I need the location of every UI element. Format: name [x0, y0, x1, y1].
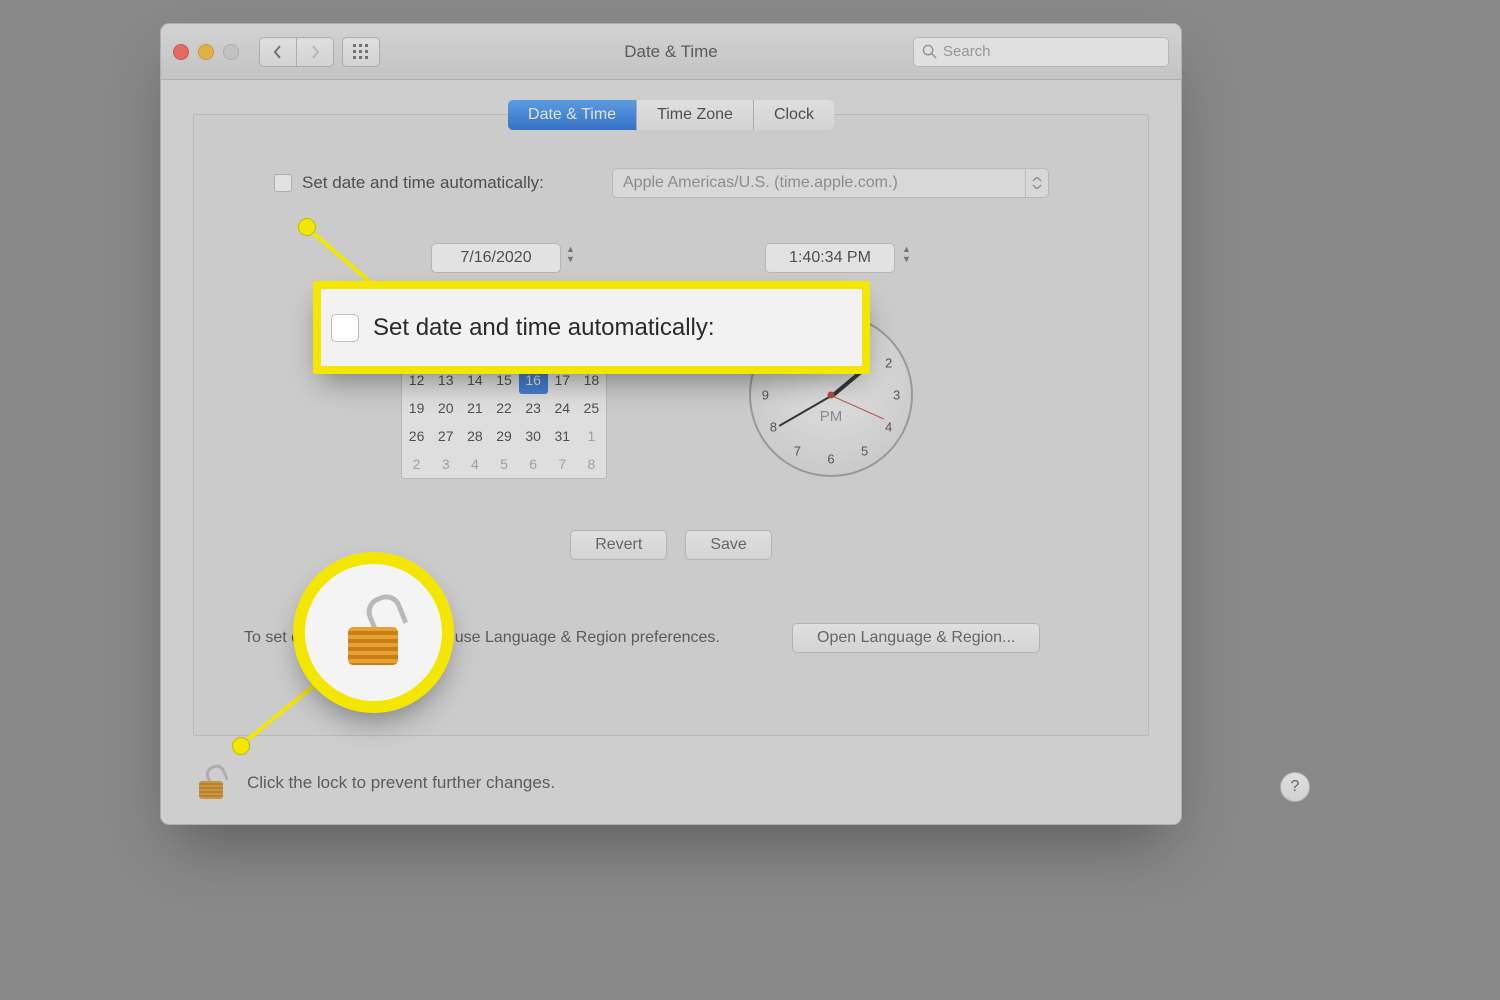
- cal-day[interactable]: 31: [548, 422, 577, 450]
- lock-icon: [346, 601, 401, 665]
- show-all-button[interactable]: [342, 37, 380, 67]
- cal-day[interactable]: 20: [431, 394, 460, 422]
- save-button[interactable]: Save: [685, 530, 771, 560]
- cal-day[interactable]: 7: [548, 450, 577, 478]
- time-server-value: Apple Americas/U.S. (time.apple.com.): [623, 174, 898, 192]
- open-language-region-button[interactable]: Open Language & Region...: [792, 623, 1040, 653]
- cal-day[interactable]: 24: [548, 394, 577, 422]
- chevron-down-icon: [1025, 169, 1048, 197]
- time-server-combo[interactable]: Apple Americas/U.S. (time.apple.com.): [612, 168, 1049, 198]
- help-button[interactable]: ?: [1280, 772, 1310, 802]
- clock-num: 7: [794, 444, 801, 459]
- revert-button[interactable]: Revert: [570, 530, 667, 560]
- grid-icon: [353, 44, 369, 60]
- lock-row: Click the lock to prevent further change…: [197, 767, 555, 799]
- auto-checkbox[interactable]: [274, 174, 292, 192]
- cal-day[interactable]: 8: [577, 450, 606, 478]
- lock-icon[interactable]: [197, 767, 225, 799]
- cal-day[interactable]: 4: [460, 450, 489, 478]
- tab-date-time[interactable]: Date & Time: [508, 100, 637, 130]
- cal-day[interactable]: 6: [519, 450, 548, 478]
- cal-day[interactable]: 5: [489, 450, 518, 478]
- callout-lock: [293, 552, 454, 713]
- cal-day[interactable]: 21: [460, 394, 489, 422]
- time-field[interactable]: 1:40:34 PM: [765, 243, 895, 273]
- auto-row: Set date and time automatically:: [274, 173, 544, 193]
- cal-day[interactable]: 27: [431, 422, 460, 450]
- titlebar: Date & Time Search: [161, 24, 1181, 80]
- clock-ampm: PM: [820, 408, 843, 425]
- clock-hub: [828, 392, 835, 399]
- nav-buttons: [259, 37, 334, 67]
- lock-text: Click the lock to prevent further change…: [247, 773, 555, 793]
- tab-time-zone[interactable]: Time Zone: [637, 100, 754, 130]
- clock-num: 3: [893, 388, 900, 403]
- traffic-lights: [173, 44, 239, 60]
- back-button[interactable]: [259, 37, 297, 67]
- clock-num: 2: [885, 356, 892, 371]
- callout-dot: [298, 218, 316, 236]
- search-icon: [922, 44, 937, 59]
- cal-day[interactable]: 3: [431, 450, 460, 478]
- date-stepper[interactable]: ▲▼: [566, 245, 580, 263]
- date-value: 7/16/2020: [460, 249, 531, 267]
- time-stepper[interactable]: ▲▼: [902, 245, 916, 263]
- cal-day[interactable]: 2: [402, 450, 431, 478]
- callout-dot: [232, 737, 250, 755]
- close-icon[interactable]: [173, 44, 189, 60]
- auto-label: Set date and time automatically:: [302, 173, 544, 193]
- cal-day[interactable]: 22: [489, 394, 518, 422]
- tab-bar: Date & Time Time Zone Clock: [194, 100, 1148, 130]
- forward-button[interactable]: [297, 37, 334, 67]
- cal-day[interactable]: 19: [402, 394, 431, 422]
- cal-day[interactable]: 23: [519, 394, 548, 422]
- clock-num: 8: [770, 420, 777, 435]
- cal-day[interactable]: 29: [489, 422, 518, 450]
- cal-day[interactable]: 30: [519, 422, 548, 450]
- cal-day[interactable]: 26: [402, 422, 431, 450]
- clock-num: 4: [885, 420, 892, 435]
- action-buttons: Revert Save: [194, 530, 1148, 560]
- cal-day[interactable]: 28: [460, 422, 489, 450]
- date-field[interactable]: 7/16/2020: [431, 243, 561, 273]
- clock-num: 9: [762, 388, 769, 403]
- clock-num: 6: [827, 452, 834, 467]
- help-icon: ?: [1291, 778, 1300, 796]
- search-input[interactable]: Search: [913, 37, 1169, 67]
- callout-auto-checkbox-box: [331, 314, 359, 342]
- callout-auto-checkbox: Set date and time automatically:: [313, 281, 870, 374]
- maximize-icon: [223, 44, 239, 60]
- tab-clock[interactable]: Clock: [754, 100, 834, 130]
- time-value: 1:40:34 PM: [789, 249, 871, 267]
- cal-day[interactable]: 1: [577, 422, 606, 450]
- callout-auto-label: Set date and time automatically:: [373, 314, 715, 342]
- clock-num: 5: [861, 444, 868, 459]
- minimize-icon[interactable]: [198, 44, 214, 60]
- search-placeholder: Search: [943, 43, 991, 60]
- preferences-window: Date & Time Search Date & Time Time Zone…: [160, 23, 1182, 825]
- cal-day[interactable]: 25: [577, 394, 606, 422]
